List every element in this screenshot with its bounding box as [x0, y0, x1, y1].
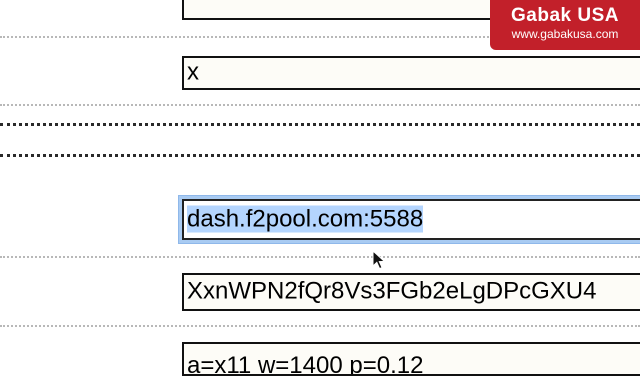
pool-address-input-value: dash.f2pool.com:5588: [187, 205, 424, 233]
watermark-site: www.gabakusa.com: [511, 27, 619, 41]
selected-text: dash.f2pool.com:5588: [187, 205, 424, 233]
section-separator: [0, 154, 640, 157]
mouse-pointer-icon: [372, 250, 386, 270]
extra-params-input[interactable]: a=x11 w=1400 p=0.12: [182, 342, 640, 376]
wallet-address-input-value: XxnWPN2fQr8Vs3FGb2eLgDPcGXU4: [187, 277, 597, 305]
watermark-brand: Gabak USA: [511, 5, 619, 26]
pool-address-input[interactable]: dash.f2pool.com:5588: [182, 199, 640, 240]
extra-params-input-value: a=x11 w=1400 p=0.12: [187, 352, 424, 376]
section-separator: [0, 123, 640, 126]
row-separator: [0, 104, 640, 106]
watermark-logo: Gabak USA www.gabakusa.com: [490, 0, 640, 50]
row-separator: [0, 325, 640, 327]
password-input[interactable]: x: [182, 56, 640, 90]
wallet-address-input[interactable]: XxnWPN2fQr8Vs3FGb2eLgDPcGXU4: [182, 273, 640, 311]
row-separator: [0, 256, 640, 258]
password-input-value: x: [187, 58, 199, 86]
